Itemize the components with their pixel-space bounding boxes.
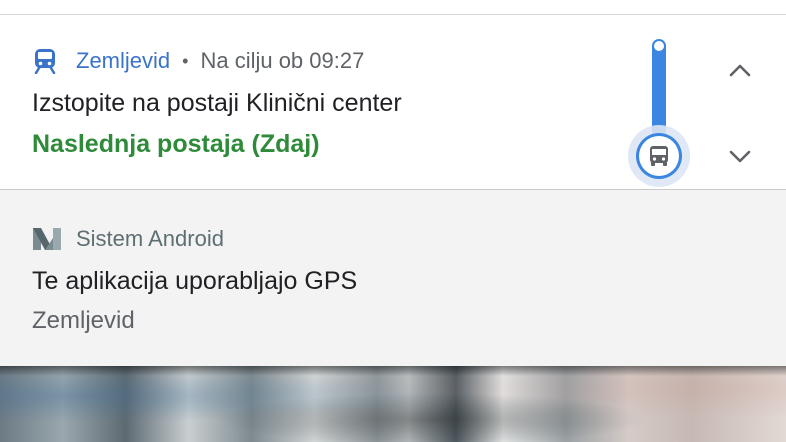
navigation-notification[interactable]: Zemljevid • Na cilju ob 09:27 Izstopite … (0, 15, 786, 190)
previous-notification-edge (0, 0, 786, 15)
notification-subtitle: Zemljevid (32, 307, 135, 334)
bus-icon (647, 144, 671, 168)
notification-title: Te aplikacija uporabljajo GPS (32, 267, 358, 295)
android-n-icon (32, 226, 62, 252)
notification-header: Zemljevid • Na cilju ob 09:27 (32, 46, 364, 76)
notification-title: Izstopite na postaji Klinični center (32, 89, 402, 117)
trip-progress-indicator (628, 35, 690, 195)
wallpaper-background (0, 366, 786, 442)
train-icon (32, 48, 58, 75)
chevron-up-icon (728, 62, 752, 83)
app-name: Zemljevid (76, 48, 171, 73)
header-separator: • (182, 50, 189, 71)
app-name: Sistem Android (76, 226, 224, 251)
chevron-down-icon (728, 149, 752, 170)
arrival-time: Na cilju ob 09:27 (200, 48, 365, 73)
notification-header: Sistem Android (32, 224, 224, 254)
notification-subtitle: Naslednja postaja (Zdaj) (32, 130, 320, 158)
shade-shadow (0, 366, 786, 376)
expand-button[interactable] (720, 139, 760, 179)
system-notification[interactable]: Sistem Android Te aplikacija uporabljajo… (0, 190, 786, 366)
collapse-button[interactable] (720, 52, 760, 92)
